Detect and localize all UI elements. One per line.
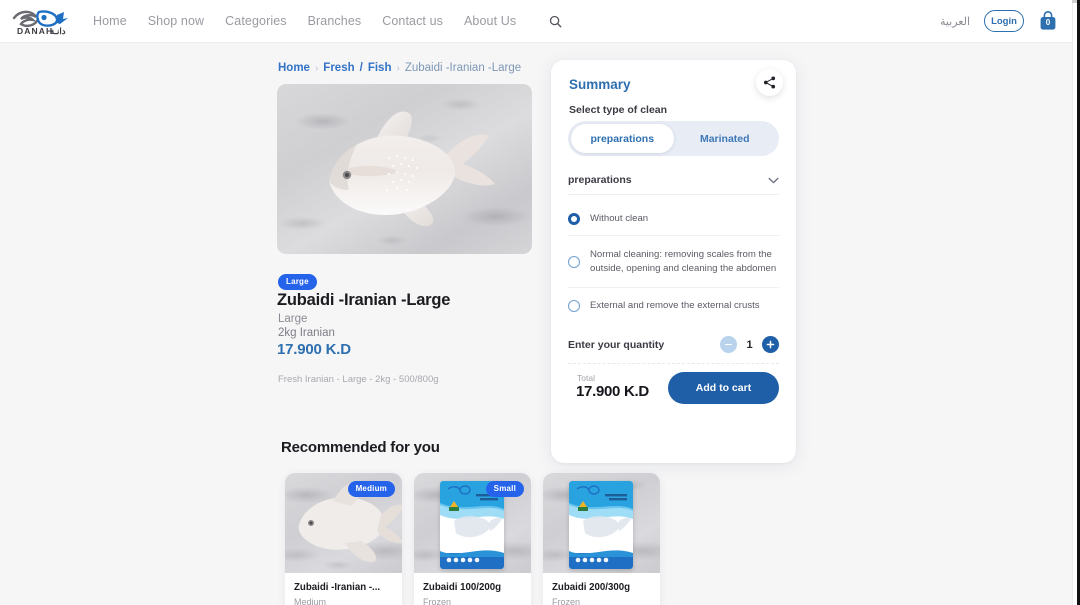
product-title: Zubaidi -Iranian -Large [277, 291, 451, 309]
cart-count-badge: 0 [1045, 18, 1051, 27]
quantity-value: 1 [746, 338, 753, 351]
site-header: DANAH دانـة Home Shop now Categories Bra… [0, 0, 1072, 43]
breadcrumb-fish[interactable]: Fish [368, 62, 392, 74]
recommended-sub: Frozen [552, 597, 581, 605]
login-button[interactable]: Login [984, 10, 1024, 32]
breadcrumb-separator: › [314, 62, 319, 74]
share-icon[interactable] [756, 69, 783, 96]
radio-without-clean[interactable] [568, 213, 580, 225]
fish-logo-icon[interactable]: DANAH دانـة [10, 4, 72, 38]
recommended-card[interactable]: Small Zubaidi 100/200g Frozen [414, 473, 531, 605]
recommended-product-image: Medium [285, 473, 402, 573]
breadcrumb-fresh[interactable]: Fresh [323, 62, 354, 74]
breadcrumb-current: Zubaidi -Iranian -Large [404, 62, 522, 74]
recommended-info: Zubaidi 100/200g Frozen [414, 573, 531, 605]
recommended-badge: Medium [347, 481, 395, 497]
clean-option-label: Without clean [590, 213, 649, 225]
recommended-card[interactable]: Zubaidi 200/300g Frozen [543, 473, 660, 605]
quantity-stepper: 1 [720, 336, 779, 353]
clean-option-label: External and remove the external crusts [590, 299, 760, 311]
product-size: Large [278, 313, 308, 325]
product-detail-page: DANAH دانـة Home Shop now Categories Bra… [0, 0, 1080, 605]
radio-external-crusts[interactable] [568, 299, 580, 312]
recommended-card[interactable]: Medium Zubaidi -Iranian -... Medium [285, 473, 402, 605]
total-label: Total [577, 373, 595, 383]
nav-item-branches[interactable]: Branches [308, 14, 362, 28]
nav-item-about-us[interactable]: About Us [464, 14, 516, 28]
search-icon[interactable] [549, 15, 562, 28]
product-weight-origin: 2kg Iranian [278, 327, 335, 339]
header-actions: العربية Login 0 [940, 10, 1058, 32]
language-toggle[interactable]: العربية [940, 15, 970, 28]
product-size-badge: Large [278, 274, 317, 290]
clean-option-label: Normal cleaning: removing scales from th… [590, 248, 777, 274]
recommended-name: Zubaidi -Iranian -... [294, 582, 381, 593]
product-image[interactable] [277, 84, 532, 254]
svg-text:DANAH: DANAH [17, 26, 53, 36]
quantity-row: Enter your quantity 1 [568, 326, 779, 364]
zubaidi-fish-illustration [329, 111, 495, 227]
recommended-name: Zubaidi 200/300g [552, 582, 631, 593]
product-package-artwork [569, 481, 633, 569]
summary-title: Summary [569, 77, 631, 92]
product-description: Fresh Iranian - Large - 2kg - 500/800g [278, 374, 439, 385]
clean-option-without-clean[interactable]: Without clean [568, 203, 779, 236]
add-to-cart-button[interactable]: Add to cart [668, 372, 779, 404]
cart-button[interactable]: 0 [1038, 10, 1058, 32]
recommended-list: Medium Zubaidi -Iranian -... Medium Smal… [285, 473, 660, 605]
recommended-badge: Small [485, 481, 524, 497]
recommended-info: Zubaidi 200/300g Frozen [543, 573, 660, 605]
nav-item-home[interactable]: Home [93, 14, 127, 28]
clean-type-tabs: preparations Marinated [568, 121, 779, 156]
breadcrumb-separator-2: › [396, 62, 400, 74]
nav-item-categories[interactable]: Categories [225, 14, 286, 28]
breadcrumb: Home › Fresh / Fish › Zubaidi -Iranian -… [278, 62, 521, 74]
recommended-sub: Frozen [423, 597, 452, 605]
quantity-label: Enter your quantity [568, 338, 665, 351]
chevron-down-icon [768, 171, 779, 189]
clean-option-external-crusts[interactable]: External and remove the external crusts [568, 288, 779, 323]
breadcrumb-home[interactable]: Home [278, 62, 310, 74]
radio-normal-cleaning[interactable] [568, 255, 580, 268]
total-value: 17.900 K.D [576, 383, 649, 400]
tab-marinated[interactable]: Marinated [674, 124, 777, 153]
select-clean-type-label: Select type of clean [569, 104, 668, 116]
recommended-name: Zubaidi 100/200g [423, 582, 502, 593]
recommended-product-image [543, 473, 660, 573]
preparations-dropdown[interactable]: preparations [568, 165, 779, 195]
recommended-sub: Medium [294, 597, 327, 605]
page-content: Home › Fresh / Fish › Zubaidi -Iranian -… [0, 43, 1072, 605]
nav-item-contact-us[interactable]: Contact us [382, 14, 443, 28]
svg-text:دانـة: دانـة [50, 26, 66, 36]
breadcrumb-slash: / [359, 62, 363, 74]
recommended-title: Recommended for you [281, 439, 440, 456]
recommended-info: Zubaidi -Iranian -... Medium [285, 573, 402, 605]
product-price: 17.900 K.D [277, 341, 351, 358]
plus-icon[interactable] [762, 336, 779, 353]
minus-icon[interactable] [720, 336, 737, 353]
clean-option-normal-cleaning[interactable]: Normal cleaning: removing scales from th… [568, 236, 779, 288]
nav-item-shop-now[interactable]: Shop now [148, 14, 204, 28]
main-navigation: Home Shop now Categories Branches Contac… [93, 14, 562, 28]
tab-preparations[interactable]: preparations [571, 124, 674, 153]
summary-card: Summary Select type of clean preparation… [551, 60, 796, 463]
recommended-product-image: Small [414, 473, 531, 573]
preparations-dropdown-label: preparations [568, 173, 632, 186]
